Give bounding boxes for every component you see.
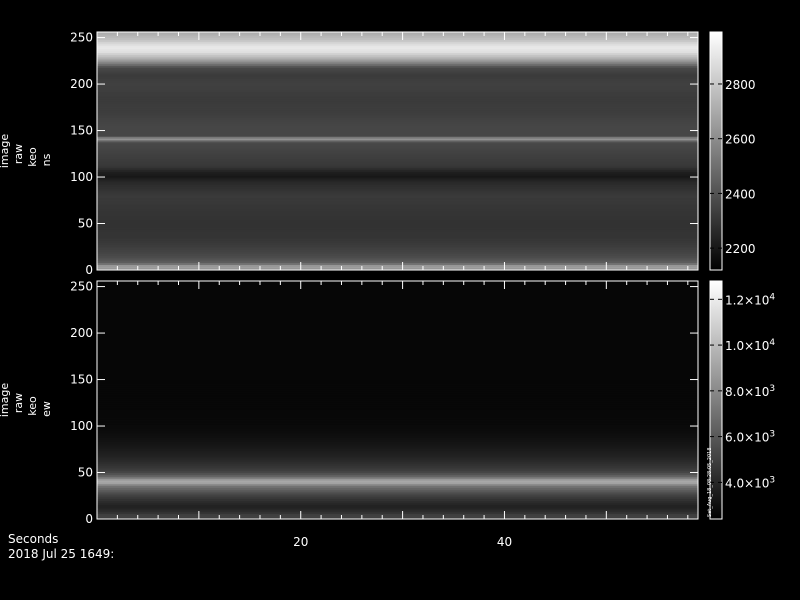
y-tick-label: 50 [78, 217, 93, 231]
date-label: 2018 Jul 25 1649: [8, 547, 115, 561]
y-axis-label-ns: image raw keo ns [0, 134, 53, 168]
panel-ew: 0 50 100 150 200 250 20 40 image raw keo ew 4.0×1… [0, 280, 775, 549]
x-tick-label: 40 [497, 535, 512, 549]
y-tick-label: 200 [70, 77, 93, 91]
y-tick-label: 150 [70, 373, 93, 387]
y-tick-label: 100 [70, 419, 93, 433]
y-tick-label: 250 [70, 31, 93, 45]
colorbar-tick-label: 1.2×104 [725, 292, 775, 307]
y-axis-label-word: ns [40, 153, 53, 166]
y-axis-label-word: raw [12, 393, 25, 413]
y-tick-label: 50 [78, 466, 93, 480]
x-tick-label: 20 [293, 535, 308, 549]
heatmap-ns [97, 32, 698, 270]
colorbar-tick-label: 1.0×104 [725, 338, 775, 353]
y-axis-label-word: raw [12, 144, 25, 164]
heatmap-ew [97, 281, 698, 519]
y-tick-label: 100 [70, 170, 93, 184]
y-tick-label: 0 [85, 263, 93, 277]
y-axis-label-word: keo [26, 147, 39, 167]
colorbar-tick-label: 4.0×103 [725, 475, 775, 490]
y-axis-label-word: image [0, 383, 11, 417]
y-tick-label: 150 [70, 124, 93, 138]
colorbar-tick-label: 6.0×103 [725, 430, 775, 445]
colorbar-side-text: Sat_Aug_18_08:28:05_2018 [707, 447, 713, 517]
colorbar-tick-label: 2800 [725, 78, 756, 92]
y-tick-label: 0 [85, 512, 93, 526]
colorbar-ns [709, 31, 723, 271]
colorbar-tick-label: 2600 [725, 133, 756, 147]
colorbar-tick-label: 2400 [725, 187, 756, 201]
y-tick-label: 200 [70, 326, 93, 340]
y-axis-label-ew: image raw keo ew [0, 383, 53, 417]
x-axis-label: Seconds [8, 532, 59, 546]
colorbar-tick-label: 2200 [725, 242, 756, 256]
y-tick-label: 250 [70, 280, 93, 294]
colorbar-tick-label: 8.0×103 [725, 384, 775, 399]
panel-ns: 0 50 100 150 200 250 image raw keo ns 2200 2400 26… [0, 31, 756, 277]
keogram-figure: 050100150200250 image raw keo ns 2200240026… [0, 31, 775, 549]
y-axis-label-word: image [0, 134, 11, 168]
y-axis-label-word: ew [40, 401, 53, 417]
y-axis-label-word: keo [26, 396, 39, 416]
